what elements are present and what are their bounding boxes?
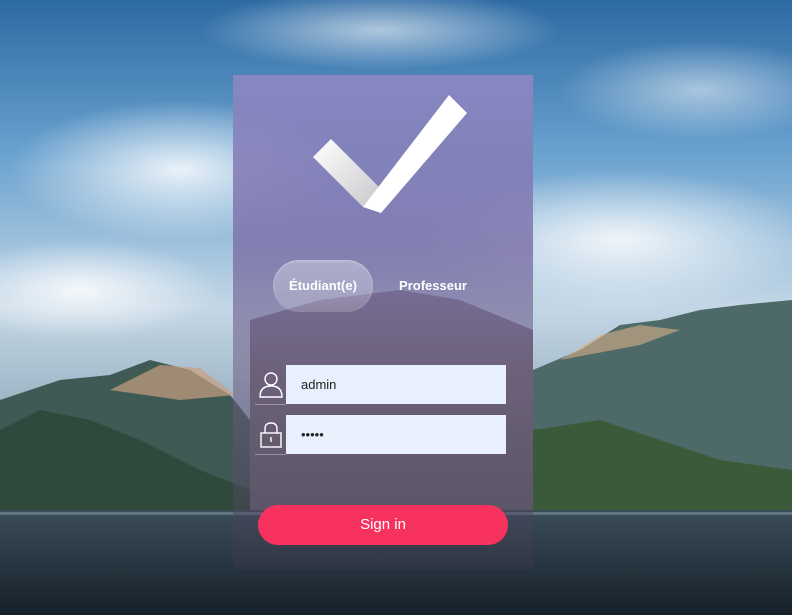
tab-professor[interactable]: Professeur [383,260,483,312]
sign-in-button[interactable]: Sign in [258,505,508,545]
tab-student[interactable]: Étudiant(e) [273,260,373,312]
role-tabs: Étudiant(e) Professeur [273,260,493,312]
login-screen: Étudiant(e) Professeur Sign i [0,0,792,615]
username-input[interactable] [286,365,506,404]
lock-icon [255,415,286,455]
login-card: Étudiant(e) Professeur Sign i [233,75,533,569]
password-input[interactable] [286,415,506,454]
username-row [255,365,506,405]
password-row [255,415,506,455]
user-icon [255,365,286,405]
checkmark-logo-icon [313,95,467,213]
